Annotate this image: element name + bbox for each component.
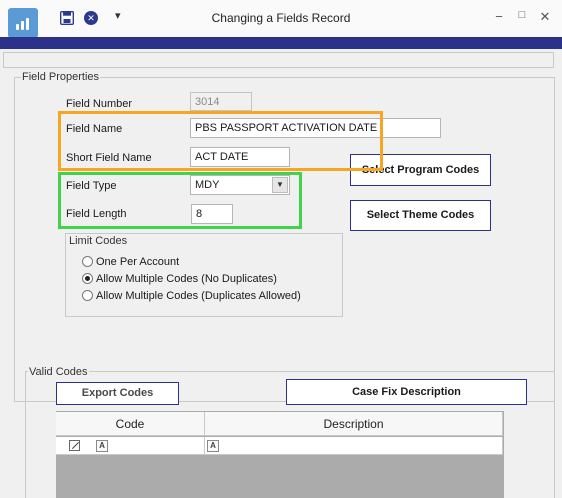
select-program-codes-button[interactable]: Select Program Codes [350,154,491,186]
dropdown-arrow-icon[interactable]: ▼ [272,177,288,193]
field-name-label: Field Name [66,123,123,135]
text-filter-icon: A [96,440,108,452]
radio-button-selected[interactable] [82,273,93,284]
limit-option-duplicates-allowed[interactable]: Allow Multiple Codes (Duplicates Allowed… [82,290,301,302]
radio-label: Allow Multiple Codes (No Duplicates) [96,273,277,285]
export-codes-button[interactable]: Export Codes [56,382,179,405]
radio-button[interactable] [82,290,93,301]
text-filter-icon: A [207,440,219,452]
limit-option-no-duplicates[interactable]: Allow Multiple Codes (No Duplicates) [82,273,277,285]
code-filter-cell[interactable]: A [56,437,205,455]
valid-codes-grid: Code Description A A [56,411,504,498]
field-name-input[interactable]: PBS PASSPORT ACTIVATION DATE [190,118,441,138]
radio-label: Allow Multiple Codes (Duplicates Allowed… [96,290,301,302]
title-bar: ✕ ▾ Changing a Fields Record − □ ✕ [0,0,562,38]
field-type-label: Field Type [66,180,117,192]
field-properties-title: Field Properties [21,71,101,83]
window-title: Changing a Fields Record [211,11,351,25]
close-icon[interactable]: ✕ [537,9,553,25]
field-length-input[interactable]: 8 [191,204,233,224]
column-header-code[interactable]: Code [56,412,205,436]
short-field-name-label: Short Field Name [66,152,152,164]
field-type-value: MDY [195,179,220,191]
valid-codes-title: Valid Codes [28,366,89,378]
short-field-name-input[interactable]: ACT DATE [190,147,290,167]
column-header-description[interactable]: Description [205,412,503,436]
top-strip-frame [3,52,554,68]
radio-button[interactable] [82,256,93,267]
nav-strip [0,37,562,49]
field-length-label: Field Length [66,208,127,220]
select-theme-codes-button[interactable]: Select Theme Codes [350,200,491,231]
field-number-label: Field Number [66,98,133,110]
maximize-icon[interactable]: □ [514,9,530,21]
limit-option-one-per-account[interactable]: One Per Account [82,256,179,268]
field-type-select[interactable]: MDY ▼ [190,175,290,195]
limit-codes-title: Limit Codes [68,235,129,247]
radio-label: One Per Account [96,256,180,268]
edit-row-icon [69,440,80,451]
field-number-field: 3014 [190,92,252,111]
minimize-icon[interactable]: − [491,9,507,24]
case-fix-description-button[interactable]: Case Fix Description [286,379,527,405]
description-filter-cell[interactable]: A [205,437,503,455]
